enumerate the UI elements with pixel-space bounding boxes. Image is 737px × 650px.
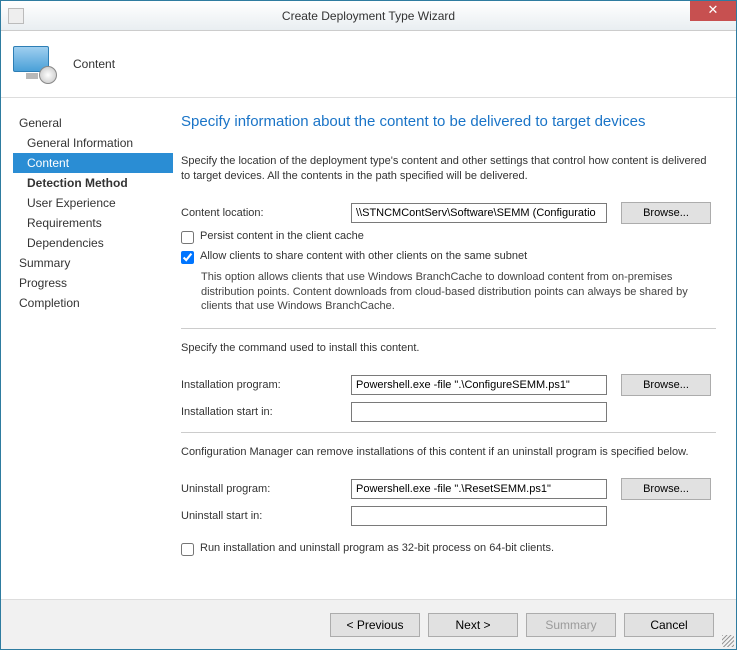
allow-share-checkbox[interactable] [181,251,194,264]
page-heading: Specify information about the content to… [181,113,716,130]
content-icon [11,44,59,84]
install-program-label: Installation program: [181,379,351,391]
window-title: Create Deployment Type Wizard [282,9,455,23]
branchcache-hint: This option allows clients that use Wind… [201,270,716,315]
sidebar-item-dependencies[interactable]: Dependencies [13,233,173,253]
install-start-label: Installation start in: [181,406,351,418]
footer: < Previous Next > Summary Cancel [1,599,736,649]
uninstall-program-input[interactable] [351,479,607,499]
install-program-input[interactable] [351,375,607,395]
uninstall-start-input[interactable] [351,506,607,526]
persist-content-checkbox[interactable] [181,231,194,244]
wizard-body: GeneralGeneral InformationContentDetecti… [1,99,736,599]
page-description: Specify the location of the deployment t… [181,154,716,184]
next-button[interactable]: Next > [428,613,518,637]
main-pane: Specify information about the content to… [173,99,736,599]
sidebar-item-general-information[interactable]: General Information [13,133,173,153]
sidebar-item-progress[interactable]: Progress [13,273,173,293]
wizard-window: Create Deployment Type Wizard ✕ Content … [0,0,737,650]
install-start-input[interactable] [351,402,607,422]
titlebar[interactable]: Create Deployment Type Wizard ✕ [1,1,736,31]
sidebar-item-completion[interactable]: Completion [13,293,173,313]
step-title: Content [73,57,115,71]
summary-button[interactable]: Summary [526,613,616,637]
sidebar-item-requirements[interactable]: Requirements [13,213,173,233]
content-location-input[interactable] [351,203,607,223]
previous-button[interactable]: < Previous [330,613,420,637]
run-32bit-label[interactable]: Run installation and uninstall program a… [200,542,554,554]
header-band: Content [1,31,736,98]
persist-content-label[interactable]: Persist content in the client cache [200,230,364,242]
sidebar-item-user-experience[interactable]: User Experience [13,193,173,213]
divider [181,328,716,329]
divider [181,432,716,433]
uninstall-program-label: Uninstall program: [181,483,351,495]
resize-grip[interactable] [722,635,734,647]
allow-share-label[interactable]: Allow clients to share content with othe… [200,250,527,262]
uninstall-program-browse-button[interactable]: Browse... [621,478,711,500]
sidebar-item-general[interactable]: General [13,113,173,133]
sidebar-item-content[interactable]: Content [13,153,173,173]
install-section-text: Specify the command used to install this… [181,341,716,356]
uninstall-start-label: Uninstall start in: [181,510,351,522]
cancel-button[interactable]: Cancel [624,613,714,637]
install-program-browse-button[interactable]: Browse... [621,374,711,396]
uninstall-section-text: Configuration Manager can remove install… [181,445,716,460]
window-icon [8,8,24,24]
sidebar-item-detection-method[interactable]: Detection Method [13,173,173,193]
content-location-label: Content location: [181,207,351,219]
close-button[interactable]: ✕ [690,1,736,21]
sidebar: GeneralGeneral InformationContentDetecti… [1,99,173,599]
run-32bit-checkbox[interactable] [181,543,194,556]
sidebar-item-summary[interactable]: Summary [13,253,173,273]
content-location-browse-button[interactable]: Browse... [621,202,711,224]
